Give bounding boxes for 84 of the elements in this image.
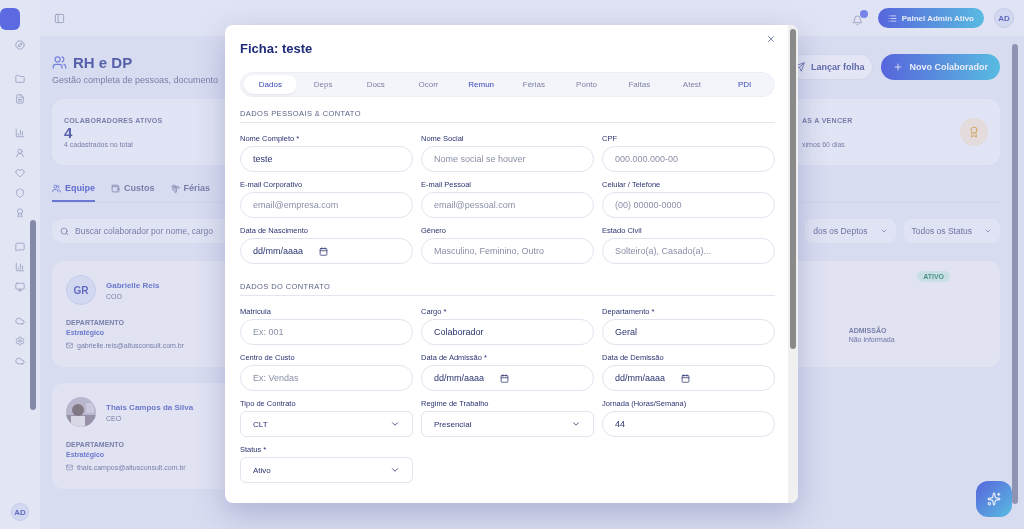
select-field[interactable]: CLT: [240, 411, 413, 437]
search-icon: [60, 226, 69, 236]
mail-icon: [66, 342, 73, 349]
tab[interactable]: Dados: [244, 75, 297, 94]
monitor-icon[interactable]: [15, 282, 25, 292]
employee-avatar: GR: [66, 275, 96, 305]
plus-icon: [893, 62, 904, 72]
calendar-icon: [681, 373, 691, 383]
sparkle-icon: [987, 492, 1001, 506]
input-field[interactable]: teste: [240, 146, 413, 172]
cloud-icon[interactable]: [15, 356, 25, 366]
chevron-down-icon: [984, 227, 992, 235]
chevron-down-icon: [390, 419, 400, 429]
scrollbar[interactable]: [1012, 44, 1018, 504]
wallet-icon: [111, 183, 120, 193]
mail-icon: [66, 464, 73, 471]
heart-icon[interactable]: [15, 168, 25, 178]
admin-panel-button[interactable]: Painel Admin Ativo: [877, 8, 984, 28]
filter-dropdown[interactable]: dos os Deptos: [805, 219, 896, 243]
tab[interactable]: Férias: [170, 183, 211, 202]
chevron-down-icon: [879, 227, 888, 235]
tab[interactable]: Custos: [111, 183, 155, 202]
select-field[interactable]: Ativo: [240, 457, 413, 483]
chart-icon[interactable]: [15, 262, 25, 272]
input-field[interactable]: Ex: Vendas: [240, 365, 413, 391]
employee-name: Gabrielle Reis: [106, 280, 160, 290]
calendar-icon: [319, 246, 329, 256]
document-icon[interactable]: [15, 94, 25, 104]
tab[interactable]: Atest: [665, 75, 719, 94]
stat-value: 4: [64, 123, 74, 141]
tab[interactable]: Férias: [507, 75, 561, 94]
dialog-title: Ficha: teste: [240, 41, 314, 56]
chevron-down-icon: [571, 419, 581, 429]
tab[interactable]: Faltas: [612, 75, 666, 94]
assistant-button[interactable]: [976, 481, 1012, 517]
page-title: RH e DP: [73, 54, 133, 71]
close-button[interactable]: [766, 34, 776, 44]
user-avatar[interactable]: AD: [11, 503, 29, 521]
input-field[interactable]: email@empresa.com: [240, 192, 413, 218]
input-field[interactable]: Ex: 001: [240, 319, 413, 345]
close-icon: [766, 34, 776, 44]
input-field[interactable]: Masculino, Feminino, Outro: [421, 238, 594, 264]
input-field[interactable]: 44: [602, 411, 775, 437]
input-field[interactable]: Nome social se houver: [421, 146, 594, 172]
input-field[interactable]: email@pessoal.com: [421, 192, 594, 218]
scrollbar[interactable]: [788, 25, 798, 503]
badge-icon[interactable]: [15, 208, 25, 218]
input-field[interactable]: 000.000.000-00: [602, 146, 775, 172]
input-field[interactable]: Solteiro(a), Casado(a)...: [602, 238, 775, 264]
tab[interactable]: Remun: [454, 75, 508, 94]
notification-bell-icon[interactable]: [851, 15, 863, 26]
notification-badge: [859, 10, 868, 18]
tab[interactable]: Ponto: [560, 75, 613, 94]
compass-icon[interactable]: [15, 40, 25, 50]
user-avatar[interactable]: AD: [994, 8, 1014, 28]
list-icon: [887, 13, 897, 23]
folder-icon[interactable]: [15, 74, 25, 84]
input-field[interactable]: Colaborador: [421, 319, 594, 345]
people-icon: [52, 55, 67, 70]
select-field[interactable]: Presencial: [421, 411, 594, 437]
tab[interactable]: Equipe: [52, 183, 95, 202]
chat-icon[interactable]: [15, 242, 25, 252]
page-subtitle: Gestão completa de pessoas, documento: [52, 75, 219, 85]
person-icon[interactable]: [15, 148, 25, 158]
input-field[interactable]: (00) 00000-0000: [602, 192, 775, 218]
new-employee-button[interactable]: Novo Colaborador: [881, 54, 1000, 80]
tab[interactable]: Docs: [349, 75, 403, 94]
palm-tree-icon: [170, 183, 180, 193]
filter-dropdown[interactable]: Todos os Status: [903, 219, 1000, 243]
chart-icon[interactable]: [15, 128, 25, 138]
calendar-icon: [500, 373, 510, 383]
app-logo[interactable]: [0, 8, 20, 30]
cloud-icon[interactable]: [15, 316, 25, 326]
gear-icon[interactable]: [15, 336, 25, 346]
shield-icon[interactable]: [15, 188, 25, 198]
scrollbar[interactable]: [30, 220, 36, 410]
tab[interactable]: PDI: [718, 75, 772, 94]
chevron-down-icon: [390, 465, 400, 475]
tab[interactable]: Ocorr: [402, 75, 455, 94]
input-field[interactable]: Geral: [602, 319, 775, 345]
tab[interactable]: Deps: [296, 75, 350, 94]
employee-name: Thais Campos da Silva: [106, 402, 194, 412]
sidebar-toggle-icon[interactable]: [54, 12, 65, 24]
people-icon: [52, 183, 61, 193]
